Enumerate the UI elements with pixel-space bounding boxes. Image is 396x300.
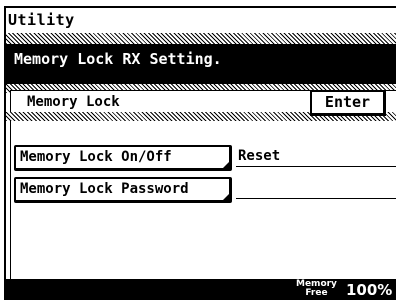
button-corner-icon xyxy=(223,162,229,168)
memory-lock-onoff-button[interactable]: Memory Lock On/Off xyxy=(14,145,232,171)
enter-button[interactable]: Enter xyxy=(310,90,386,116)
memory-lock-onoff-value: Reset xyxy=(236,148,396,167)
memory-lock-password-value xyxy=(236,180,396,199)
memory-lock-password-button[interactable]: Memory Lock Password xyxy=(14,177,232,203)
memory-label-line2: Free xyxy=(305,288,328,298)
section-header-label: Memory Lock xyxy=(27,94,120,110)
memory-free-value: 100% xyxy=(346,281,393,299)
memory-lock-onoff-label: Memory Lock On/Off xyxy=(20,149,172,165)
message-text: Memory Lock RX Setting. xyxy=(14,50,222,68)
message-bar: Memory Lock RX Setting. xyxy=(6,44,396,84)
window-title: Utility xyxy=(8,11,75,29)
button-corner-icon xyxy=(223,194,229,200)
hatch-divider-top xyxy=(6,33,396,44)
memory-free-label: Memory Free xyxy=(296,280,337,298)
status-bar xyxy=(6,279,396,300)
memory-lock-password-label: Memory Lock Password xyxy=(20,181,189,197)
